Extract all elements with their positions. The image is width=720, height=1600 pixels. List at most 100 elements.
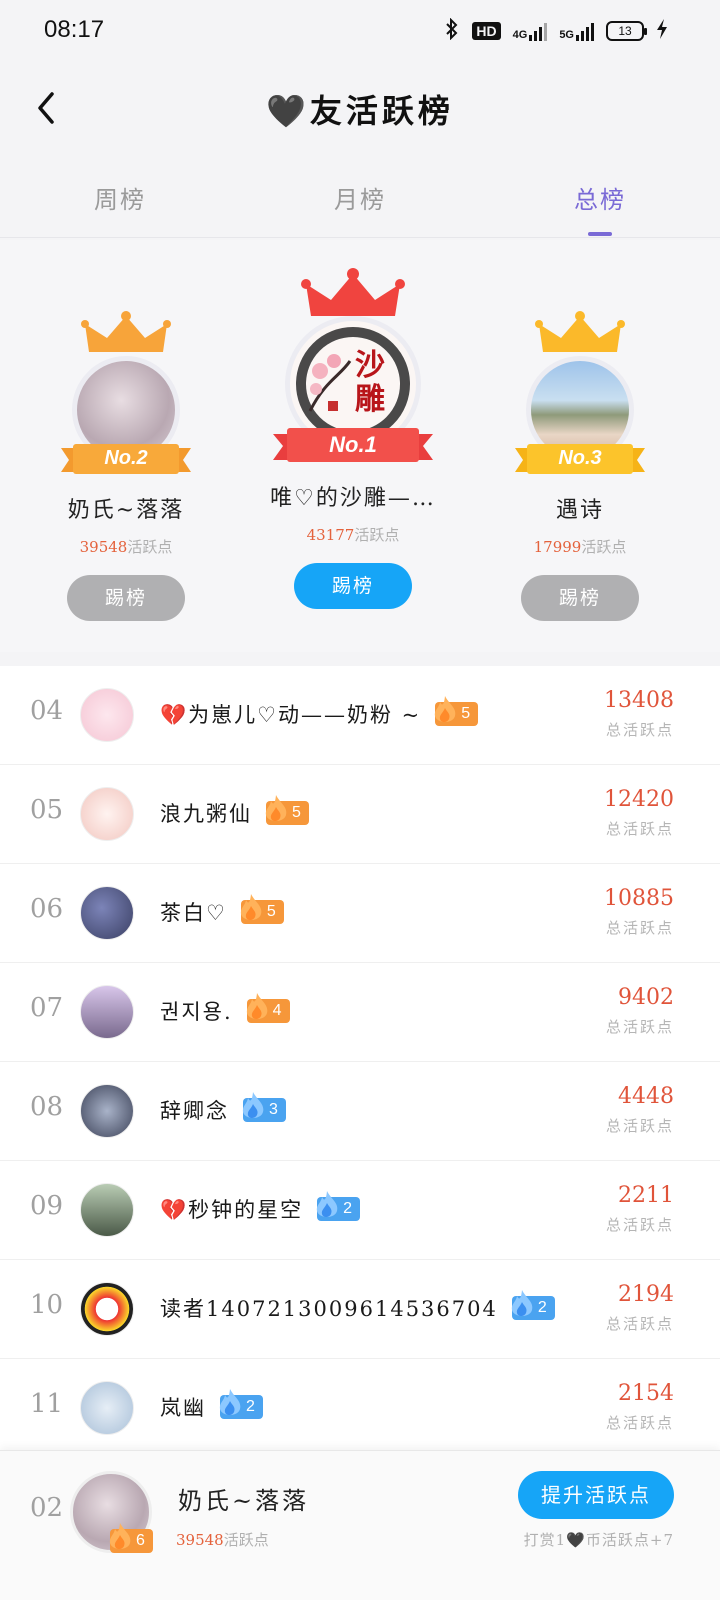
score-block: 2211 总活跃点 <box>606 1183 674 1235</box>
status-icons: HD 4G 5G 13 <box>444 17 668 43</box>
kick-button[interactable]: 踢榜 <box>521 575 639 621</box>
level-value: 5 <box>266 903 276 920</box>
avatar[interactable] <box>80 688 134 742</box>
list-item[interactable]: 09 💔秒钟的星空 2 2211 总活跃点 <box>0 1161 720 1260</box>
list-item[interactable]: 04 💔为崽儿♡动——奶粉 ~ 5 13408 总活跃点 <box>0 666 720 765</box>
podium-first: 沙雕 No.1 唯♡的沙雕—… 43177活跃点 踢榜 <box>258 268 448 609</box>
rank-number: 10 <box>30 1290 64 1320</box>
rank-number: 11 <box>30 1389 64 1419</box>
reward-hint: 打赏1🖤币活跃点+7 <box>523 1531 674 1549</box>
list-item[interactable]: 07 권지용. 4 9402 总活跃点 <box>0 963 720 1062</box>
score-value: 13408 <box>604 688 674 713</box>
score-value: 2194 <box>618 1282 674 1307</box>
kick-button[interactable]: 踢榜 <box>67 575 185 621</box>
podium-name: 奶氏~落落 <box>67 498 185 523</box>
list-item[interactable]: 06 茶白♡ 5 10885 总活跃点 <box>0 864 720 963</box>
score-block: 4448 总活跃点 <box>606 1084 674 1136</box>
points-value: 39548 <box>79 538 128 556</box>
flame-icon <box>242 1092 264 1118</box>
podium-points: 39548活跃点 <box>31 536 221 557</box>
podium-points: 43177活跃点 <box>258 524 448 545</box>
flame-icon <box>109 1523 131 1549</box>
avatar[interactable] <box>80 787 134 841</box>
flame-icon <box>246 993 267 1019</box>
tab-weekly[interactable]: 周榜 <box>0 160 240 237</box>
rank-badge-label: No.2 <box>104 447 148 469</box>
avatar[interactable] <box>80 1183 134 1237</box>
score-value: 2154 <box>618 1381 674 1406</box>
level-value: 3 <box>269 1101 278 1118</box>
avatar[interactable] <box>80 1282 134 1336</box>
flame-icon <box>219 1389 241 1415</box>
points-label: 活跃点 <box>223 1531 269 1549</box>
level-badge: 4 <box>246 993 290 1023</box>
charging-icon <box>656 18 668 43</box>
list-item[interactable]: 10 读者140721300961453670‌4 2 2194 总活跃点 <box>0 1260 720 1359</box>
level-value: 4 <box>272 1002 282 1019</box>
user-name: 岚幽 <box>160 1396 206 1420</box>
user-name-group: 💔为崽儿♡动——奶粉 ~ 5 <box>160 696 479 729</box>
flame-icon <box>511 1290 533 1316</box>
signal-bars-icon <box>576 21 594 41</box>
points-value: 17999 <box>533 538 582 556</box>
level-value: 2 <box>246 1398 255 1415</box>
podium-name: 遇诗 <box>555 498 604 523</box>
score-label: 总活跃点 <box>605 1018 674 1036</box>
my-rank: 02 <box>30 1493 64 1523</box>
signal-4g-label: 4G <box>512 28 528 41</box>
avatar[interactable] <box>80 886 134 940</box>
boost-activity-button[interactable]: 提升活跃点 <box>518 1471 674 1519</box>
score-value: 12420 <box>604 787 674 812</box>
points-label: 活跃点 <box>581 538 627 556</box>
rank-badge: No.2 <box>61 442 191 478</box>
level-badge: 2 <box>219 1389 263 1419</box>
score-label: 总活跃点 <box>605 1414 674 1432</box>
podium-third: No.3 遇诗 17999活跃点 踢榜 <box>485 310 675 621</box>
user-name-group: 茶白♡ 5 <box>160 894 284 927</box>
flame-icon <box>240 894 262 920</box>
user-name: 💔秒钟的星空 <box>160 1198 304 1222</box>
podium-points: 17999活跃点 <box>485 536 675 557</box>
score-value: 9402 <box>618 985 674 1010</box>
level-badge: 2 <box>511 1290 555 1320</box>
level-badge: 3 <box>242 1092 286 1122</box>
user-name-group: 岚幽 2 <box>160 1389 263 1422</box>
podium-name: 唯♡的沙雕—… <box>270 486 436 511</box>
flame-icon <box>435 696 456 722</box>
list-item[interactable]: 08 辞卿念 3 4448 总活跃点 <box>0 1062 720 1161</box>
score-label: 总活跃点 <box>605 919 674 937</box>
my-rank-bar: 02 6 奶氏~落落 39548活跃点 提升活跃点 打赏1🖤币活跃点+7 <box>0 1450 720 1600</box>
user-name: 辞卿念 <box>160 1099 229 1123</box>
score-block: 12420 总活跃点 <box>604 787 674 839</box>
avatar[interactable] <box>80 985 134 1039</box>
bluetooth-icon <box>444 17 460 43</box>
score-block: 2154 总活跃点 <box>606 1381 674 1433</box>
ranking-list: 04 💔为崽儿♡动——奶粉 ~ 5 13408 总活跃点 05 浪九粥仙 5 1… <box>0 666 720 1458</box>
points-label: 活跃点 <box>127 538 173 556</box>
score-value: 4448 <box>618 1084 674 1109</box>
rank-badge: No.1 <box>273 426 433 466</box>
avatar[interactable] <box>80 1381 134 1435</box>
avatar[interactable] <box>80 1084 134 1138</box>
signal-bars-icon <box>529 21 548 41</box>
points-value: 43177 <box>306 526 355 544</box>
rank-number: 05 <box>30 795 64 825</box>
tab-monthly[interactable]: 月榜 <box>240 160 480 237</box>
user-name: 💔为崽儿♡动——奶粉 ~ <box>160 703 422 727</box>
list-item[interactable]: 11 岚幽 2 2154 总活跃点 <box>0 1359 720 1458</box>
points-label: 活跃点 <box>354 526 400 544</box>
tab-total[interactable]: 总榜 <box>480 160 720 237</box>
crown-icon <box>81 311 171 352</box>
kick-button[interactable]: 踢榜 <box>294 563 412 609</box>
level-value: 5 <box>461 705 471 722</box>
battery-icon: 13 <box>606 20 647 41</box>
score-block: 9402 总活跃点 <box>606 985 674 1037</box>
score-block: 2194 总活跃点 <box>606 1282 674 1334</box>
level-value: 2 <box>343 1200 353 1217</box>
clock: 08:17 <box>44 16 105 43</box>
podium: No.2 奶氏~落落 39548活跃点 踢榜 沙雕 No.1 唯♡的沙雕—… 4… <box>0 240 720 652</box>
score-label: 总活跃点 <box>605 721 674 739</box>
score-block: 13408 总活跃点 <box>604 688 674 740</box>
list-item[interactable]: 05 浪九粥仙 5 12420 总活跃点 <box>0 765 720 864</box>
user-name-group: 浪九粥仙 5 <box>160 795 309 828</box>
